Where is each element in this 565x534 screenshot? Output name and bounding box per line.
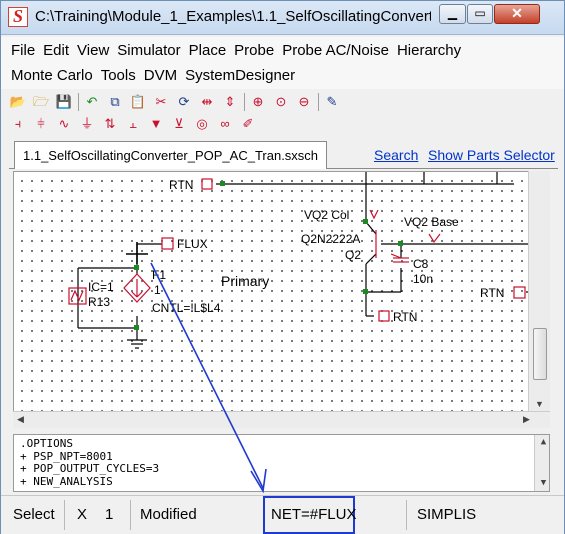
status-divider [406,500,407,530]
status-bar: Select X 1 Modified NET=#FLUX SIMPLIS [1,495,564,534]
app-window: S C:\Training\Module_1_Examples\1.1_Self… [0,0,565,534]
status-divider [64,500,65,530]
status-state: Modified [140,506,197,523]
status-divider [130,500,131,530]
status-value: 1 [105,506,114,523]
status-simulator: SIMPLIS [417,506,477,523]
annotation-arrow [150,262,267,494]
status-axis: X [77,506,88,523]
status-mode: Select [13,506,55,523]
status-net: NET=#FLUX [271,506,357,523]
